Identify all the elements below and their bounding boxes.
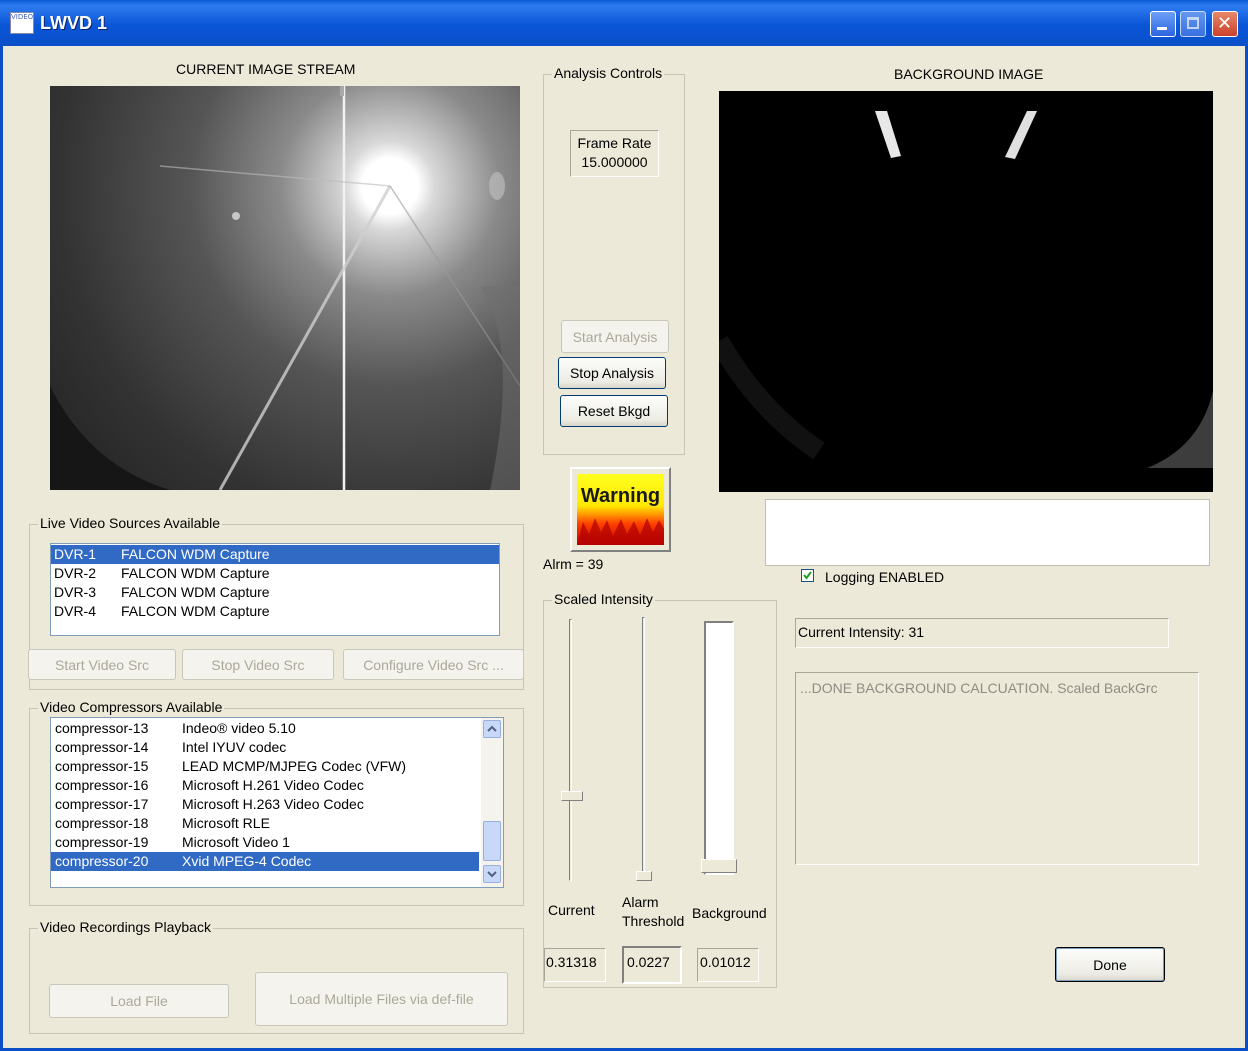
list-item[interactable]: DVR-2 FALCON WDM Capture — [51, 564, 499, 583]
start-analysis-button[interactable]: Start Analysis — [561, 320, 669, 353]
chevron-up-icon — [487, 725, 497, 732]
warning-flame-icon: Warning — [577, 474, 664, 545]
list-item[interactable]: DVR-1 FALCON WDM Capture — [51, 545, 499, 564]
alarm-slider-track — [642, 617, 645, 879]
logging-label: Logging ENABLED — [825, 569, 945, 585]
alarm-value-field[interactable]: 0.0227 — [622, 946, 682, 984]
analysis-controls-title: Analysis Controls — [552, 65, 665, 81]
frame-rate-display: Frame Rate 15.000000 — [570, 130, 659, 177]
load-file-button[interactable]: Load File — [49, 984, 229, 1018]
list-item[interactable]: DVR-4 FALCON WDM Capture — [51, 602, 499, 621]
list-item[interactable]: DVR-3 FALCON WDM Capture — [51, 583, 499, 602]
background-value-field: 0.01012 — [697, 948, 759, 982]
compressor-name: Xvid MPEG-4 Codec — [182, 853, 312, 869]
current-image-view — [50, 86, 520, 490]
background-image-label: BACKGROUND IMAGE — [894, 66, 1044, 82]
list-item[interactable]: compressor-19 Microsoft Video 1 — [51, 833, 479, 852]
compressor-id: compressor-13 — [55, 720, 149, 736]
compressors-title: Video Compressors Available — [38, 699, 225, 715]
alarm-label-line2: Threshold — [622, 913, 685, 929]
scroll-thumb[interactable] — [483, 821, 501, 861]
maximize-icon — [1187, 17, 1199, 29]
compressor-id: compressor-14 — [55, 739, 149, 755]
source-name: FALCON WDM Capture — [121, 565, 270, 581]
compressors-list[interactable]: compressor-13 Indeo® video 5.10 compresso… — [50, 717, 504, 888]
playback-title: Video Recordings Playback — [38, 919, 213, 935]
alarm-count: Alrm = 39 — [543, 556, 604, 572]
background-image-view — [719, 91, 1213, 492]
current-slider-thumb[interactable] — [561, 791, 583, 801]
current-value-field: 0.31318 — [544, 948, 606, 982]
done-button[interactable]: Done — [1055, 947, 1165, 982]
background-frame-graphic — [719, 111, 1213, 492]
scaled-intensity-title: Scaled Intensity — [552, 591, 655, 607]
live-sources-list[interactable]: DVR-1 FALCON WDM Capture DVR-2 FALCON WDM … — [50, 543, 500, 636]
reset-background-button[interactable]: Reset Bkgd — [560, 395, 668, 427]
compressor-name: Microsoft RLE — [182, 815, 270, 831]
frame-rate-value: 15.000000 — [581, 154, 648, 170]
scroll-up-button[interactable] — [483, 720, 501, 738]
source-name: FALCON WDM Capture — [121, 603, 270, 619]
source-name: FALCON WDM Capture — [121, 546, 270, 562]
list-item[interactable]: compressor-20 Xvid MPEG-4 Codec — [51, 852, 479, 871]
compressor-name: Microsoft H.261 Video Codec — [182, 777, 364, 793]
configure-video-src-button[interactable]: Configure Video Src ... — [343, 649, 524, 680]
background-level-bar — [704, 621, 734, 875]
source-id: DVR-1 — [54, 546, 97, 562]
list-item[interactable]: compressor-13 Indeo® video 5.10 — [51, 719, 479, 738]
stop-video-src-button[interactable]: Stop Video Src — [182, 649, 334, 680]
compressor-id: compressor-19 — [55, 834, 149, 850]
list-item[interactable]: compressor-18 Microsoft RLE — [51, 814, 479, 833]
checkmark-icon — [803, 571, 812, 580]
logging-checkbox[interactable] — [801, 569, 814, 582]
list-item[interactable]: compressor-15 LEAD MCMP/MJPEG Codec (VFW) — [51, 757, 479, 776]
chevron-down-icon — [487, 871, 497, 878]
list-item[interactable]: compressor-16 Microsoft H.261 Video Codec — [51, 776, 479, 795]
compressor-name: Microsoft Video 1 — [182, 834, 290, 850]
alarm-threshold-slider-thumb[interactable] — [636, 871, 652, 881]
title-bar: VIDEO LWVD 1 ✕ — [0, 0, 1248, 46]
lens-flare-graphic — [50, 86, 520, 490]
current-intensity-display: Current Intensity: 31 — [795, 618, 1169, 648]
frame-rate-label: Frame Rate — [577, 135, 652, 151]
source-id: DVR-3 — [54, 584, 97, 600]
compressor-name: Microsoft H.263 Video Codec — [182, 796, 364, 812]
source-name: FALCON WDM Capture — [121, 584, 270, 600]
maximize-button[interactable] — [1180, 11, 1206, 37]
close-icon: ✕ — [1217, 13, 1233, 34]
background-level-marker — [701, 859, 737, 873]
current-stream-label: CURRENT IMAGE STREAM — [176, 61, 356, 77]
stop-analysis-button[interactable]: Stop Analysis — [558, 357, 666, 389]
minimize-icon — [1157, 27, 1167, 30]
source-id: DVR-2 — [54, 565, 97, 581]
compressors-scrollbar[interactable] — [481, 718, 503, 887]
compressor-id: compressor-17 — [55, 796, 149, 812]
live-sources-title: Live Video Sources Available — [38, 515, 223, 531]
load-multiple-files-button[interactable]: Load Multiple Files via def-file — [255, 972, 508, 1026]
compressor-id: compressor-20 — [55, 853, 149, 869]
message-box — [765, 499, 1210, 566]
background-label: Background — [692, 905, 767, 921]
source-id: DVR-4 — [54, 603, 97, 619]
list-item[interactable]: compressor-14 Intel IYUV codec — [51, 738, 479, 757]
minimize-button[interactable] — [1150, 11, 1176, 37]
alarm-label-line1: Alarm — [622, 894, 659, 910]
compressor-name: LEAD MCMP/MJPEG Codec (VFW) — [182, 758, 407, 774]
compressor-id: compressor-16 — [55, 777, 149, 793]
app-icon: VIDEO — [10, 12, 34, 34]
status-log: ...DONE BACKGROUND CALCUATION. Scaled Ba… — [795, 672, 1199, 865]
current-slider-track — [569, 619, 572, 881]
list-item[interactable]: compressor-17 Microsoft H.263 Video Codec — [51, 795, 479, 814]
compressor-id: compressor-18 — [55, 815, 149, 831]
scroll-down-button[interactable] — [483, 865, 501, 883]
window-title: LWVD 1 — [40, 13, 108, 33]
start-video-src-button[interactable]: Start Video Src — [28, 649, 176, 680]
compressor-id: compressor-15 — [55, 758, 149, 774]
current-label: Current — [548, 902, 595, 918]
compressor-name: Intel IYUV codec — [182, 739, 287, 755]
warning-indicator: Warning — [570, 467, 671, 552]
compressor-name: Indeo® video 5.10 — [182, 720, 296, 736]
close-button[interactable]: ✕ — [1212, 11, 1238, 37]
